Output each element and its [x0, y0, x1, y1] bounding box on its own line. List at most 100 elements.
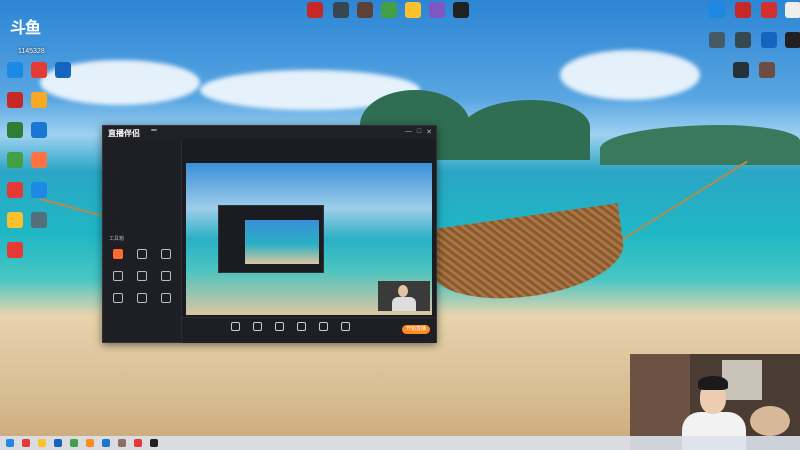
bottom-button[interactable] — [314, 322, 332, 333]
app-logo: 直播伴侣 — [108, 129, 140, 138]
window-controls: — □ ✕ — [405, 128, 432, 136]
desktop-shortcut[interactable] — [778, 2, 800, 18]
app-icon — [7, 62, 23, 78]
mountain — [460, 100, 590, 160]
main-area: 开始直播 — [182, 139, 436, 343]
tools-header: 工具箱 — [109, 236, 125, 242]
desktop-shortcut[interactable] — [24, 122, 54, 138]
app-icon — [31, 212, 47, 228]
taskbar-icon[interactable] — [38, 439, 46, 447]
app-icon — [761, 32, 777, 48]
desktop-shortcut[interactable] — [24, 182, 54, 198]
desktop-shortcut[interactable] — [752, 62, 782, 78]
camera-pip[interactable] — [378, 281, 430, 311]
nested-preview-window — [218, 205, 324, 273]
window-titlebar[interactable]: 直播伴侣 — □ ✕ — [103, 126, 436, 139]
app-icon — [7, 152, 23, 168]
bottom-button[interactable] — [226, 322, 244, 333]
app-icon — [357, 2, 373, 18]
desktop-shortcut[interactable] — [446, 2, 476, 18]
taskbar-icon[interactable] — [22, 439, 30, 447]
tool-button[interactable] — [131, 271, 153, 283]
tool-button[interactable] — [107, 271, 129, 283]
nested-preview — [245, 220, 319, 264]
app-icon — [405, 2, 421, 18]
tool-icon — [137, 293, 147, 303]
bottom-icon — [252, 322, 262, 331]
desktop-shortcut[interactable] — [24, 92, 54, 108]
bottom-icon — [296, 322, 306, 331]
desktop-shortcut[interactable] — [0, 242, 30, 258]
app-icon — [733, 62, 749, 78]
close-button[interactable]: ✕ — [426, 128, 432, 136]
taskbar-icon[interactable] — [150, 439, 158, 447]
tool-button[interactable] — [107, 249, 129, 261]
bottom-button[interactable] — [292, 322, 310, 333]
app-icon — [785, 2, 800, 18]
tool-icon — [161, 271, 171, 281]
app-icon — [7, 122, 23, 138]
taskbar-icon[interactable] — [118, 439, 126, 447]
pip-face — [398, 285, 408, 297]
cloud — [560, 50, 700, 100]
douyu-widget[interactable]: 斗鱼 1145328 — [6, 2, 56, 58]
tool-icon — [113, 293, 123, 303]
bottom-button[interactable] — [270, 322, 288, 333]
tool-button[interactable] — [155, 293, 177, 305]
app-icon — [759, 62, 775, 78]
desktop-shortcut[interactable] — [24, 152, 54, 168]
app-sidebar: 工具箱 — [103, 139, 182, 342]
bottom-toolbar: 开始直播 — [182, 317, 436, 343]
app-icon — [31, 62, 47, 78]
app-icon — [7, 92, 23, 108]
start-live-button[interactable]: 开始直播 — [402, 325, 430, 334]
app-icon — [31, 122, 47, 138]
bottom-icon — [230, 322, 240, 331]
app-icon — [709, 2, 725, 18]
tool-button[interactable] — [131, 249, 153, 261]
app-icon — [31, 152, 47, 168]
app-icon — [7, 242, 23, 258]
webcam-person-hair — [698, 376, 728, 390]
app-icon — [55, 62, 71, 78]
bottom-button[interactable] — [336, 322, 354, 333]
tool-icon — [137, 271, 147, 281]
app-icon — [381, 2, 397, 18]
tool-icon — [161, 293, 171, 303]
app-icon — [785, 32, 800, 48]
tool-button[interactable] — [107, 293, 129, 305]
bottom-button[interactable] — [248, 322, 266, 333]
bottom-icon — [340, 322, 350, 331]
stream-preview[interactable] — [186, 163, 432, 315]
maximize-button[interactable]: □ — [417, 128, 421, 136]
taskbar — [0, 436, 800, 450]
tool-icon — [137, 249, 147, 259]
app-icon — [307, 2, 323, 18]
taskbar-icon[interactable] — [54, 439, 62, 447]
tool-icon — [113, 271, 123, 281]
desktop-shortcut[interactable] — [48, 62, 78, 78]
desktop-shortcut[interactable] — [24, 212, 54, 228]
hammock-rope — [619, 160, 748, 242]
desktop-shortcut[interactable] — [778, 32, 800, 48]
minimize-button[interactable]: — — [405, 128, 412, 136]
webcam-shelf — [722, 360, 762, 400]
tool-button[interactable] — [131, 293, 153, 305]
app-icon — [761, 2, 777, 18]
taskbar-icon[interactable] — [86, 439, 94, 447]
taskbar-icon[interactable] — [102, 439, 110, 447]
mountain — [600, 125, 800, 165]
tool-icon — [113, 249, 123, 259]
app-icon — [735, 2, 751, 18]
app-icon — [333, 2, 349, 18]
tool-icon — [161, 249, 171, 259]
taskbar-icon[interactable] — [134, 439, 142, 447]
live-companion-window[interactable]: 直播伴侣 — □ ✕ 工具箱 开始直播 — [102, 125, 437, 343]
taskbar-icon[interactable] — [70, 439, 78, 447]
tool-button[interactable] — [155, 271, 177, 283]
tool-button[interactable] — [155, 249, 177, 261]
app-icon — [735, 32, 751, 48]
app-icon — [453, 2, 469, 18]
bottom-icon — [318, 322, 328, 331]
start-icon[interactable] — [6, 439, 14, 447]
